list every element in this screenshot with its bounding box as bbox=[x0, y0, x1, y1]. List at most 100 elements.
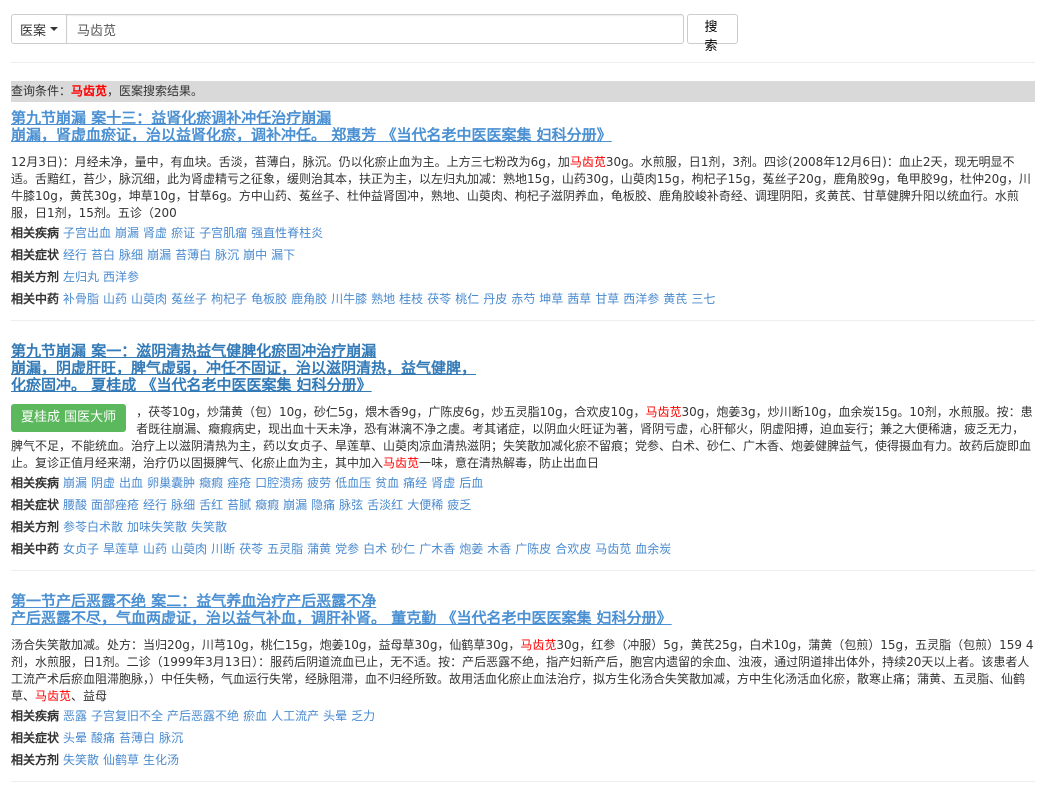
related-symptoms-link[interactable]: 漏下 bbox=[271, 248, 295, 262]
related-herbs-link[interactable]: 血余炭 bbox=[635, 542, 671, 556]
related-formulas-link[interactable]: 左归丸 bbox=[63, 270, 99, 284]
related-symptoms-link[interactable]: 苔薄白 bbox=[175, 248, 211, 262]
related-diseases-link[interactable]: 贫血 bbox=[375, 476, 399, 490]
related-herbs-link[interactable]: 山药 bbox=[143, 542, 167, 556]
related-symptoms-link[interactable]: 头晕 bbox=[63, 731, 87, 745]
related-herbs-link[interactable]: 茯苓 bbox=[239, 542, 263, 556]
related-diseases-link[interactable]: 卵巢囊肿 bbox=[147, 476, 195, 490]
related-herbs-link[interactable]: 西洋参 bbox=[623, 292, 659, 306]
related-symptoms-link[interactable]: 隐痛 bbox=[311, 498, 335, 512]
related-diseases-link[interactable]: 崩漏 bbox=[63, 476, 87, 490]
related-herbs-link[interactable]: 五灵脂 bbox=[267, 542, 303, 556]
related-herbs-link[interactable]: 白术 bbox=[363, 542, 387, 556]
related-herbs-link[interactable]: 广木香 bbox=[419, 542, 455, 556]
related-herbs-link[interactable]: 熟地 bbox=[371, 292, 395, 306]
related-herbs-link[interactable]: 甘草 bbox=[595, 292, 619, 306]
related-herbs-link[interactable]: 坤草 bbox=[539, 292, 563, 306]
related-diseases-link[interactable]: 肾虚 bbox=[431, 476, 455, 490]
related-diseases-link[interactable]: 产后恶露不绝 bbox=[167, 709, 239, 723]
related-diseases-link[interactable]: 肾虚 bbox=[143, 226, 167, 240]
related-symptoms-link[interactable]: 脉沉 bbox=[215, 248, 239, 262]
related-herbs-link[interactable]: 合欢皮 bbox=[555, 542, 591, 556]
related-herbs-link[interactable]: 茜草 bbox=[567, 292, 591, 306]
related-diseases-link[interactable]: 子宫复旧不全 bbox=[91, 709, 163, 723]
related-symptoms-link[interactable]: 癥瘕 bbox=[255, 498, 279, 512]
related-herbs-link[interactable]: 赤芍 bbox=[511, 292, 535, 306]
related-diseases-link[interactable]: 子宫出血 bbox=[63, 226, 111, 240]
related-diseases-link[interactable]: 子宫肌瘤 bbox=[199, 226, 247, 240]
related-diseases-link[interactable]: 阴虚 bbox=[91, 476, 115, 490]
related-diseases-link[interactable]: 恶露 bbox=[63, 709, 87, 723]
related-diseases-link[interactable]: 癥瘕 bbox=[199, 476, 223, 490]
search-button[interactable]: 搜 索 bbox=[687, 14, 739, 54]
related-herbs-link[interactable]: 砂仁 bbox=[391, 542, 415, 556]
related-symptoms-link[interactable]: 脉沉 bbox=[159, 731, 183, 745]
related-herbs-link[interactable]: 茯苓 bbox=[427, 292, 451, 306]
related-symptoms-link[interactable]: 苔腻 bbox=[227, 498, 251, 512]
related-herbs-link[interactable]: 女贞子 bbox=[63, 542, 99, 556]
related-herbs-link[interactable]: 枸杞子 bbox=[211, 292, 247, 306]
related-symptoms-link[interactable]: 崩漏 bbox=[283, 498, 307, 512]
related-symptoms-link[interactable]: 舌红 bbox=[199, 498, 223, 512]
related-herbs-link[interactable]: 鹿角胶 bbox=[291, 292, 327, 306]
related-herbs-link[interactable]: 木香 bbox=[487, 542, 511, 556]
related-herbs-link[interactable]: 菟丝子 bbox=[171, 292, 207, 306]
related-herbs-link[interactable]: 广陈皮 bbox=[515, 542, 551, 556]
related-herbs-link[interactable]: 三七 bbox=[691, 292, 715, 306]
related-diseases-link[interactable]: 痤疮 bbox=[227, 476, 251, 490]
doctor-badge[interactable]: 夏桂成 国医大师 bbox=[11, 404, 127, 432]
related-herbs-link[interactable]: 黄芪 bbox=[663, 292, 687, 306]
related-diseases-link[interactable]: 瘀证 bbox=[171, 226, 195, 240]
related-herbs-link[interactable]: 马齿苋 bbox=[595, 542, 631, 556]
related-herbs-link[interactable]: 炮姜 bbox=[459, 542, 483, 556]
related-symptoms-link[interactable]: 酸痛 bbox=[91, 731, 115, 745]
related-symptoms-link[interactable]: 舌淡红 bbox=[367, 498, 403, 512]
related-diseases-link[interactable]: 人工流产 bbox=[271, 709, 319, 723]
related-herbs-link[interactable]: 旱莲草 bbox=[103, 542, 139, 556]
related-symptoms-link[interactable]: 脉细 bbox=[171, 498, 195, 512]
result-title-link[interactable]: 第九节崩漏 案一：滋阴清热益气健脾化瘀固冲治疗崩漏 崩漏，阴虚肝旺，脾气虚弱，冲任… bbox=[11, 343, 1035, 394]
related-diseases-link[interactable]: 乏力 bbox=[351, 709, 375, 723]
related-diseases-link[interactable]: 崩漏 bbox=[115, 226, 139, 240]
related-symptoms-link[interactable]: 腰酸 bbox=[63, 498, 87, 512]
related-diseases-link[interactable]: 口腔溃疡 bbox=[255, 476, 303, 490]
related-herbs-link[interactable]: 党参 bbox=[335, 542, 359, 556]
related-herbs-link[interactable]: 山药 bbox=[103, 292, 127, 306]
search-input[interactable] bbox=[67, 14, 685, 44]
related-symptoms-link[interactable]: 疲乏 bbox=[447, 498, 471, 512]
related-formulas-link[interactable]: 加味失笑散 bbox=[127, 520, 187, 534]
related-diseases-link[interactable]: 低血压 bbox=[335, 476, 371, 490]
related-herbs-link[interactable]: 桃仁 bbox=[455, 292, 479, 306]
related-herbs-link[interactable]: 山萸肉 bbox=[131, 292, 167, 306]
related-symptoms-link[interactable]: 崩中 bbox=[243, 248, 267, 262]
related-diseases-link[interactable]: 后血 bbox=[459, 476, 483, 490]
related-formulas-link[interactable]: 失笑散 bbox=[63, 753, 99, 767]
related-herbs-link[interactable]: 补骨脂 bbox=[63, 292, 99, 306]
category-dropdown[interactable]: 医案 bbox=[11, 14, 68, 44]
related-symptoms-link[interactable]: 大便稀 bbox=[407, 498, 443, 512]
related-herbs-link[interactable]: 川牛膝 bbox=[331, 292, 367, 306]
result-title-link[interactable]: 第九节崩漏 案十三：益肾化瘀调补冲任治疗崩漏 崩漏，肾虚血瘀证，治以益肾化瘀，调补… bbox=[11, 110, 1035, 144]
related-herbs-link[interactable]: 桂枝 bbox=[399, 292, 423, 306]
related-diseases-link[interactable]: 痛经 bbox=[403, 476, 427, 490]
related-symptoms-link[interactable]: 脉细 bbox=[119, 248, 143, 262]
related-symptoms-link[interactable]: 脉弦 bbox=[339, 498, 363, 512]
related-formulas-link[interactable]: 失笑散 bbox=[191, 520, 227, 534]
related-symptoms-link[interactable]: 苔白 bbox=[91, 248, 115, 262]
related-formulas-link[interactable]: 参苓白术散 bbox=[63, 520, 123, 534]
related-herbs-link[interactable]: 山萸肉 bbox=[171, 542, 207, 556]
related-symptoms-link[interactable]: 苔薄白 bbox=[119, 731, 155, 745]
related-diseases-link[interactable]: 瘀血 bbox=[243, 709, 267, 723]
related-herbs-link[interactable]: 蒲黄 bbox=[307, 542, 331, 556]
related-herbs-link[interactable]: 龟板胶 bbox=[251, 292, 287, 306]
result-title-link[interactable]: 第一节产后恶露不绝 案二：益气养血治疗产后恶露不净 产后恶露不尽，气血两虚证，治以… bbox=[11, 593, 1035, 627]
related-herbs-link[interactable]: 川断 bbox=[211, 542, 235, 556]
related-symptoms-link[interactable]: 经行 bbox=[63, 248, 87, 262]
related-formulas-link[interactable]: 西洋参 bbox=[103, 270, 139, 284]
related-symptoms-link[interactable]: 崩漏 bbox=[147, 248, 171, 262]
related-symptoms-link[interactable]: 面部痤疮 bbox=[91, 498, 139, 512]
related-formulas-link[interactable]: 生化汤 bbox=[143, 753, 179, 767]
related-diseases-link[interactable]: 强直性脊柱炎 bbox=[251, 226, 323, 240]
related-diseases-link[interactable]: 出血 bbox=[119, 476, 143, 490]
related-diseases-link[interactable]: 疲劳 bbox=[307, 476, 331, 490]
